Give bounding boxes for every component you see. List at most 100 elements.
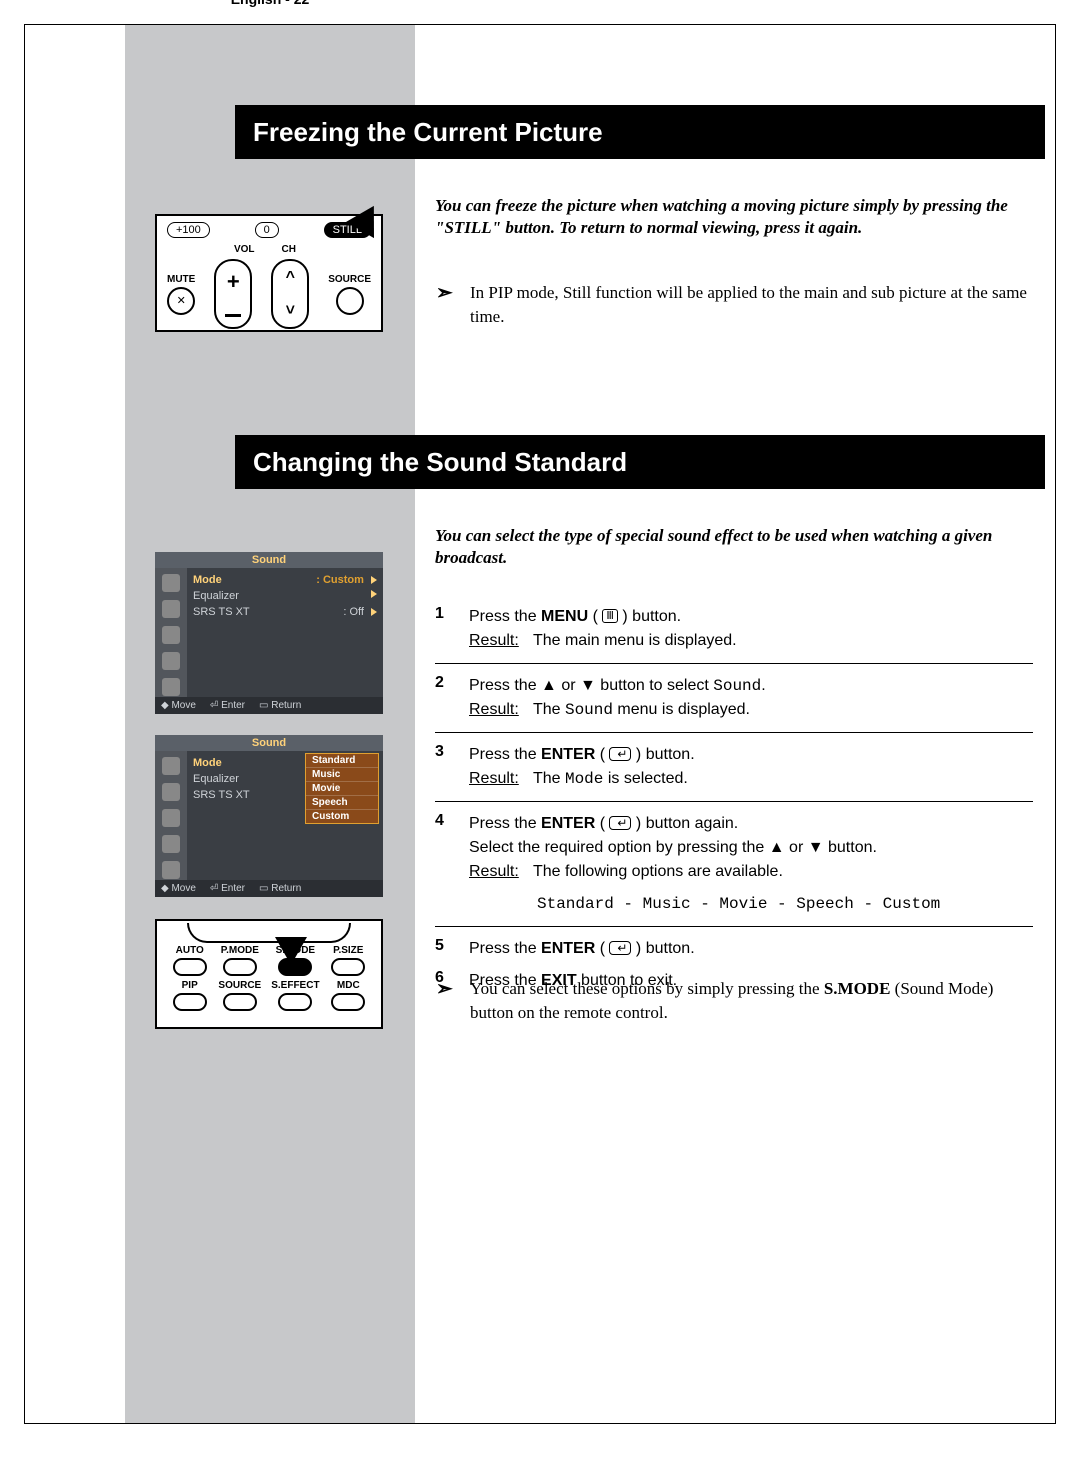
osd-option-speech[interactable]: Speech	[306, 796, 378, 810]
osd-row-equalizer[interactable]: Equalizer	[193, 588, 377, 604]
step-1: 1 Press the MENU ( Ⅲ ) button. Result: T…	[435, 595, 1033, 663]
remote-btn-pip[interactable]: PIP	[171, 980, 208, 1011]
pointer-arrow-icon	[275, 937, 307, 965]
step-num: 3	[435, 743, 469, 791]
osd-setup-icon	[162, 652, 180, 670]
osd-sound-icon	[162, 600, 180, 618]
vol-rocker[interactable]: +	[214, 259, 252, 329]
osd-picture-icon	[162, 574, 180, 592]
t-bold: MENU	[541, 608, 588, 625]
result-text: The main menu is displayed.	[533, 632, 737, 649]
remote-btn-pmode[interactable]: P.MODE	[218, 945, 261, 976]
chevron-right-icon	[371, 608, 377, 616]
t: (	[595, 746, 609, 763]
chevron-right-icon	[371, 590, 377, 598]
t: button.	[824, 839, 877, 856]
osd-mode-dropdown[interactable]: Standard Music Movie Speech Custom	[305, 753, 379, 824]
remote-btn-mdc[interactable]: MDC	[330, 980, 367, 1011]
t: Press the	[469, 677, 541, 694]
section2-intro: You can select the type of special sound…	[435, 525, 1033, 569]
t: menu is displayed.	[613, 701, 750, 718]
remote-btn-psize[interactable]: P.SIZE	[330, 945, 367, 976]
result-label: Result:	[469, 632, 519, 649]
ch-up-icon	[286, 269, 295, 287]
osd-option-music[interactable]: Music	[306, 768, 378, 782]
figure-osd-sound-2: Sound Mode :	[155, 735, 383, 897]
t: Select the required option by pressing t…	[469, 839, 769, 856]
step-4: 4 Press the ENTER ( ) button again. Sele…	[435, 801, 1033, 926]
t-bold: ENTER	[541, 746, 595, 763]
label-vol: VOL	[234, 244, 255, 255]
t: .	[761, 677, 765, 694]
osd-setup-icon	[162, 835, 180, 853]
vol-up-icon: +	[227, 271, 240, 293]
t: ) button.	[631, 940, 694, 957]
osd-main: Mode : Custom Equalizer SRS TS XT	[187, 568, 383, 697]
t-mono: Sound	[713, 677, 761, 695]
result-label: Result:	[469, 701, 519, 718]
remote-btn-auto[interactable]: AUTO	[171, 945, 208, 976]
ch-rocker[interactable]	[271, 259, 309, 329]
remote-btn-plus100[interactable]: +100	[167, 222, 210, 238]
osd-row-srs[interactable]: SRS TS XT : Off	[193, 604, 377, 620]
page-footer: English - 22	[125, 0, 415, 7]
osd-row-mode[interactable]: Mode : Custom	[193, 572, 377, 588]
t-bold: S.MODE	[824, 979, 891, 998]
t: Press the	[469, 746, 541, 763]
osd-key: SRS TS XT	[193, 606, 250, 618]
t: The	[533, 770, 565, 787]
t: Press the	[469, 608, 541, 625]
t: or	[557, 677, 580, 694]
t: ) button.	[618, 608, 681, 625]
step-num: 5	[435, 937, 469, 961]
enter-icon	[609, 941, 631, 955]
osd-foot-move: ◆ Move	[161, 700, 196, 711]
osd-footer: ◆ Move ⏎ Enter ▭ Return	[155, 697, 383, 714]
section2-title: Changing the Sound Standard	[235, 435, 1045, 489]
remote-btn-0[interactable]: 0	[255, 222, 279, 238]
osd-key: Mode	[193, 574, 222, 586]
osd-timer-icon	[162, 626, 180, 644]
mute-button[interactable]: ✕	[167, 287, 195, 315]
section2-note: ➣ You can select these options by simply…	[470, 977, 1033, 1025]
osd-option-movie[interactable]: Movie	[306, 782, 378, 796]
down-icon	[580, 677, 596, 694]
osd-foot-enter: ⏎ Enter	[210, 700, 245, 711]
remote-btn-seffect[interactable]: S.EFFECT	[271, 980, 319, 1011]
t-bold: ENTER	[541, 815, 595, 832]
step-num: 4	[435, 812, 469, 916]
label-mute: MUTE	[167, 274, 195, 285]
osd-option-custom[interactable]: Custom	[306, 810, 378, 823]
osd-sound-icon	[162, 783, 180, 801]
step-2: 2 Press the or button to select Sound. R…	[435, 663, 1033, 732]
figure-remote-top: +100 0 STILL VOL CH MUTE ✕ +	[155, 214, 383, 332]
osd-footer: ◆ Move ⏎ Enter ▭ Return	[155, 880, 383, 897]
note-arrow-icon: ➣	[436, 279, 453, 307]
step-3: 3 Press the ENTER ( ) button. Result: Th…	[435, 732, 1033, 801]
t: button to select	[596, 677, 713, 694]
down-icon	[808, 839, 824, 856]
source-button[interactable]	[336, 287, 364, 315]
remote-curve	[187, 923, 351, 943]
osd-key: Equalizer	[193, 773, 239, 785]
osd-input-icon	[162, 861, 180, 879]
t: (	[588, 608, 602, 625]
osd-option-standard[interactable]: Standard	[306, 754, 378, 768]
osd-icon-strip	[155, 568, 187, 697]
t: or	[785, 839, 808, 856]
options-list: Standard - Music - Movie - Speech - Cust…	[537, 892, 1033, 916]
label-ch: CH	[282, 244, 296, 255]
osd-picture-icon	[162, 757, 180, 775]
osd-foot-move: ◆ Move	[161, 883, 196, 894]
osd-icon-strip	[155, 751, 187, 880]
t: (	[595, 815, 609, 832]
t: Press the	[469, 815, 541, 832]
osd-key: Mode	[193, 757, 222, 769]
t-mono: Mode	[565, 770, 603, 788]
note-arrow-icon: ➣	[436, 975, 453, 1003]
note1-text: In PIP mode, Still function will be appl…	[470, 283, 1027, 326]
remote-btn-source2[interactable]: SOURCE	[218, 980, 261, 1011]
t-mono: Sound	[565, 701, 613, 719]
section1-title: Freezing the Current Picture	[235, 105, 1045, 159]
osd-foot-enter: ⏎ Enter	[210, 883, 245, 894]
